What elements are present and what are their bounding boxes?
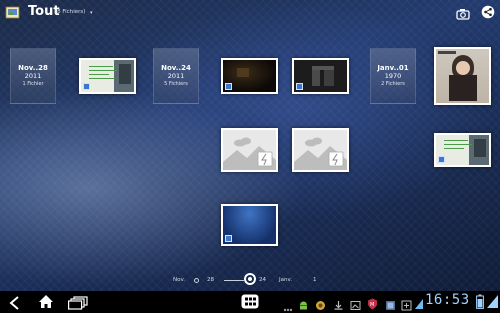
slider-day-label: 24 bbox=[259, 277, 266, 283]
slider-month-label: Nov. bbox=[173, 277, 186, 283]
security-notification-icon[interactable]: M bbox=[367, 295, 378, 313]
download-notification-icon[interactable] bbox=[333, 296, 344, 313]
app-notification-icon[interactable] bbox=[315, 296, 326, 313]
action-bar: Tout (8 Fichiers) ▾ bbox=[0, 0, 500, 26]
svg-text:M: M bbox=[370, 302, 374, 308]
image-placeholder[interactable] bbox=[221, 128, 278, 172]
wifi-icon[interactable] bbox=[414, 295, 424, 313]
photo-thumbnail[interactable] bbox=[292, 58, 349, 94]
slider-month-label: Janv. bbox=[279, 277, 293, 283]
file-count-label: 5 Fichiers bbox=[164, 81, 188, 87]
year-label: 2011 bbox=[167, 72, 185, 80]
date-label: Janv..01 bbox=[377, 64, 409, 72]
camera-icon[interactable] bbox=[456, 5, 470, 20]
date-group-nov-28[interactable]: Nov..28 2011 1 Fichier bbox=[10, 48, 56, 104]
gallery-app-icon[interactable] bbox=[5, 5, 21, 20]
slider-tick[interactable] bbox=[194, 278, 199, 283]
video-badge-icon bbox=[438, 156, 445, 163]
date-group-jan-01[interactable]: Janv..01 1970 2 Fichiers bbox=[370, 48, 416, 104]
recent-apps-icon[interactable] bbox=[68, 295, 88, 313]
usb-notification-icon[interactable] bbox=[401, 296, 412, 313]
dots-notification-icon[interactable] bbox=[283, 298, 293, 313]
gallery-notification-icon[interactable] bbox=[385, 296, 396, 313]
slider-track bbox=[224, 280, 244, 281]
battery-icon[interactable] bbox=[476, 294, 484, 313]
photo-thumbnail[interactable] bbox=[434, 47, 491, 105]
chevron-down-icon[interactable]: ▾ bbox=[90, 10, 93, 16]
screenshot-notification-icon[interactable] bbox=[350, 296, 361, 313]
android-notification-icon[interactable] bbox=[298, 296, 309, 313]
slider-thumb[interactable] bbox=[244, 273, 256, 285]
clock[interactable]: 16:53 bbox=[425, 292, 470, 308]
signal-icon[interactable] bbox=[487, 294, 498, 313]
date-label: Nov..28 bbox=[18, 64, 48, 72]
back-icon[interactable] bbox=[8, 295, 22, 313]
photo-thumbnail[interactable] bbox=[221, 58, 278, 94]
timeline-slider[interactable]: Nov. 28 24 Janv. 1 bbox=[0, 268, 500, 290]
date-label: Nov..24 bbox=[161, 64, 191, 72]
video-badge-icon bbox=[296, 83, 303, 90]
year-label: 2011 bbox=[24, 72, 42, 80]
file-count[interactable]: (8 Fichiers) bbox=[55, 9, 85, 15]
apps-grid-icon[interactable] bbox=[241, 294, 259, 313]
home-icon[interactable] bbox=[38, 294, 54, 313]
year-label: 1970 bbox=[384, 72, 402, 80]
date-group-nov-24[interactable]: Nov..24 2011 5 Fichiers bbox=[153, 48, 199, 104]
video-badge-icon bbox=[225, 235, 232, 242]
system-bar: M 16:53 bbox=[0, 291, 500, 313]
photo-thumbnail[interactable] bbox=[434, 133, 491, 167]
video-badge-icon bbox=[225, 83, 232, 90]
share-icon[interactable] bbox=[481, 4, 495, 19]
slider-day-label: 28 bbox=[207, 277, 214, 283]
photo-thumbnail[interactable] bbox=[79, 58, 136, 94]
file-count-label: 2 Fichiers bbox=[381, 81, 405, 87]
video-badge-icon bbox=[83, 83, 90, 90]
image-placeholder[interactable] bbox=[292, 128, 349, 172]
photo-thumbnail[interactable] bbox=[221, 204, 278, 246]
slider-day-label: 1 bbox=[313, 277, 317, 283]
file-count-label: 1 Fichier bbox=[22, 81, 44, 87]
